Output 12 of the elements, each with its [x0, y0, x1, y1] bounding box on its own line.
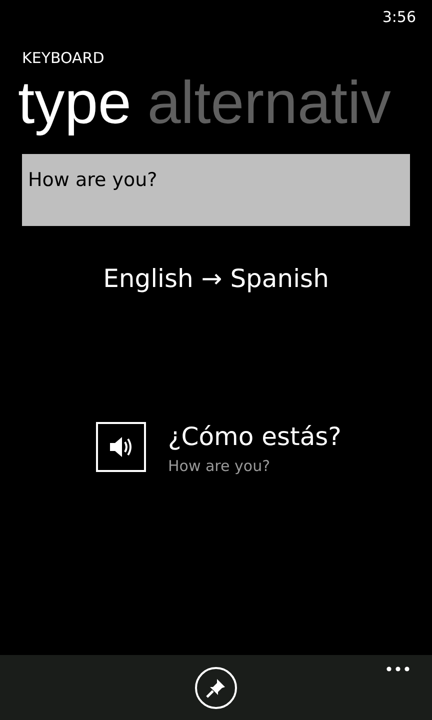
- pin-icon: [205, 677, 227, 699]
- translation-text: ¿Cómo estás?: [168, 420, 342, 452]
- source-text: How are you?: [168, 456, 272, 477]
- speaker-button[interactable]: [96, 422, 146, 472]
- pivot-tab[interactable]: type: [18, 73, 132, 133]
- language-pair: English → Spanish: [103, 263, 329, 295]
- more-icon[interactable]: [386, 666, 410, 672]
- status-time: 3:56: [382, 7, 416, 28]
- text-input-field[interactable]: How are you?: [22, 154, 410, 226]
- pin-button[interactable]: [195, 667, 237, 709]
- speaker-icon: [109, 436, 133, 458]
- app-title: KEYBOARD: [22, 49, 104, 67]
